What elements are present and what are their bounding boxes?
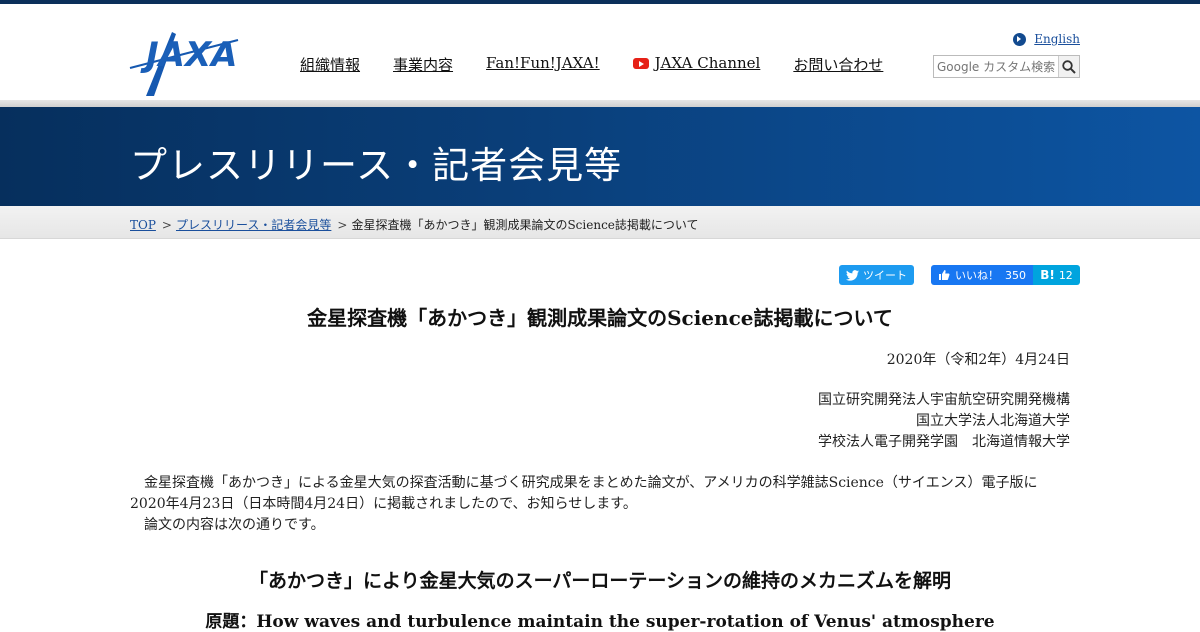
main-nav: 組織情報 事業内容 Fan!Fun!JAXA! JAXA Channel お問い… (300, 54, 916, 75)
like-count: 350 (1005, 268, 1026, 282)
like-label: いいね！ (955, 269, 999, 282)
hatena-bookmark-button[interactable]: B! 12 (1033, 265, 1080, 285)
breadcrumb-bar: TOP > プレスリリース・記者会見等 > 金星探査機「あかつき」観測成果論文のScie… (0, 206, 1200, 239)
article-paragraph: 論文の内容は次の通りです。 (144, 517, 325, 533)
twitter-bird-icon (846, 269, 859, 281)
breadcrumb-top[interactable]: TOP (130, 218, 156, 232)
nav-organization[interactable]: 組織情報 (300, 54, 360, 75)
header-divider (0, 100, 1200, 107)
page-title: プレスリリース・記者会見等 (130, 144, 623, 187)
nav-projects[interactable]: 事業内容 (393, 54, 453, 75)
article-paragraph: 金星探査機「あかつき」による金星大気の探査活動に基づく研究成果をまとめた論文が、… (130, 475, 1038, 512)
org-name: 国立研究開発法人宇宙航空研究開発機構 (818, 392, 1070, 408)
hatena-count: 12 (1058, 268, 1073, 282)
breadcrumb-current: 金星探査機「あかつき」観測成果論文のScience誌掲載について (351, 218, 699, 232)
tweet-button[interactable]: ツイート (839, 265, 914, 285)
logo-text: JAXA (140, 35, 238, 75)
nav-jaxa-channel-label: JAXA Channel (654, 54, 761, 72)
hatena-icon: B! (1040, 268, 1055, 282)
breadcrumb-separator: > (161, 218, 172, 232)
search-button[interactable] (1058, 56, 1079, 77)
article-title: 金星探査機「あかつき」観測成果論文のScience誌掲載について (307, 306, 893, 330)
search-icon (1062, 59, 1076, 74)
site-header: JAXA 組織情報 事業内容 Fan!Fun!JAXA! JAXA Channe… (0, 4, 1200, 100)
search-box (933, 55, 1080, 78)
thumbs-up-icon (939, 270, 950, 280)
jaxa-logo[interactable]: JAXA (128, 28, 244, 98)
org-name: 学校法人電子開発学園 北海道情報大学 (818, 434, 1070, 450)
search-input[interactable] (934, 56, 1058, 77)
article-date: 2020年（令和2年）4月24日 (886, 352, 1070, 368)
nav-jaxa-channel[interactable]: JAXA Channel (632, 54, 761, 75)
breadcrumb-separator: > (337, 218, 348, 232)
youtube-icon (632, 58, 649, 69)
page-banner: プレスリリース・記者会見等 (0, 107, 1200, 206)
breadcrumb-press[interactable]: プレスリリース・記者会見等 (176, 218, 331, 232)
english-link-label: English (1034, 32, 1080, 46)
tweet-label: ツイート (863, 269, 907, 282)
article-body: 金星探査機「あかつき」による金星大気の探査活動に基づく研究成果をまとめた論文が、… (130, 473, 1070, 536)
english-link[interactable]: English (1013, 32, 1080, 46)
article-subtitle: 「あかつき」により金星大気のスーパーローテーションの維持のメカニズムを解明 (248, 570, 952, 592)
arrow-circle-icon (1013, 32, 1027, 46)
breadcrumb: TOP > プレスリリース・記者会見等 > 金星探査機「あかつき」観測成果論文のScie… (130, 216, 699, 233)
facebook-like-button[interactable]: いいね！ 350 (931, 265, 1033, 285)
nav-contact[interactable]: お問い合わせ (793, 54, 883, 75)
org-name: 国立大学法人北海道大学 (916, 413, 1070, 429)
article-organizations: 国立研究開発法人宇宙航空研究開発機構 国立大学法人北海道大学 学校法人電子開発学… (818, 390, 1070, 453)
original-paper-title: 原題：How waves and turbulence maintain the… (205, 612, 995, 632)
nav-fanfun[interactable]: Fan!Fun!JAXA! (486, 54, 600, 75)
